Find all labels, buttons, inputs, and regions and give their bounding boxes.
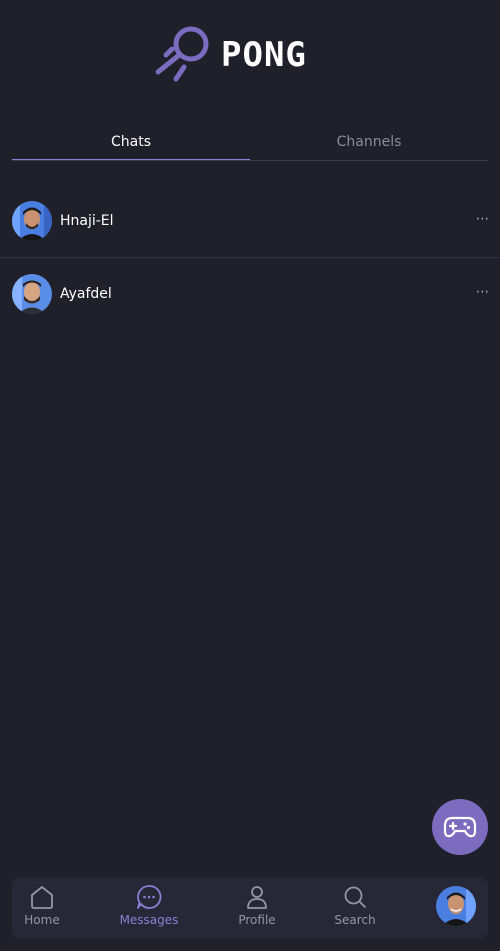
chat-list: Hnaji-El ··· Ayafdel ··· xyxy=(0,184,500,330)
tab-chats[interactable]: Chats xyxy=(12,124,250,160)
app-logo: PONG xyxy=(0,24,500,88)
tab-channels[interactable]: Channels xyxy=(250,124,488,160)
nav-label: Home xyxy=(24,913,60,927)
nav-search[interactable]: Search xyxy=(330,877,380,939)
search-icon xyxy=(344,886,366,908)
bottom-nav: Home Messages Profile Search xyxy=(12,877,488,939)
gamepad-icon xyxy=(443,816,477,838)
message-icon xyxy=(137,885,162,909)
nav-home[interactable]: Home xyxy=(20,877,64,939)
more-options-icon[interactable]: ··· xyxy=(476,284,489,300)
ball-logo-icon xyxy=(155,26,209,82)
chat-item-ayafdel[interactable]: Ayafdel ··· xyxy=(0,257,500,330)
nav-messages[interactable]: Messages xyxy=(116,877,182,939)
nav-label: Messages xyxy=(119,913,179,927)
nav-label: Profile xyxy=(238,913,276,927)
chat-name: Ayafdel xyxy=(60,286,112,302)
avatar xyxy=(436,886,476,926)
user-avatar-button[interactable] xyxy=(436,886,476,926)
logo-text: PONG xyxy=(221,35,307,75)
nav-profile[interactable]: Profile xyxy=(234,877,280,939)
play-game-button[interactable] xyxy=(432,799,488,855)
chat-tabs: Chats Channels xyxy=(12,124,488,161)
nav-label: Search xyxy=(334,913,376,927)
avatar xyxy=(12,200,52,241)
more-options-icon[interactable]: ··· xyxy=(476,211,489,227)
chat-item-hnaji-el[interactable]: Hnaji-El ··· xyxy=(0,184,500,257)
chat-name: Hnaji-El xyxy=(60,212,114,229)
user-icon xyxy=(247,886,267,909)
avatar xyxy=(12,274,52,314)
home-icon xyxy=(31,886,53,909)
